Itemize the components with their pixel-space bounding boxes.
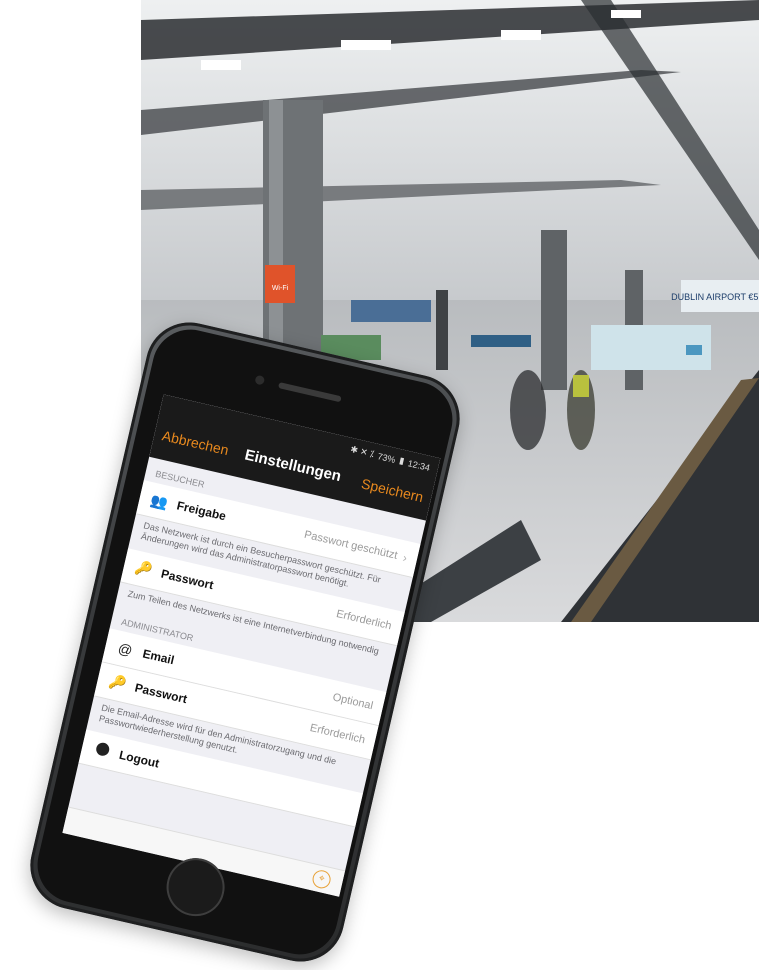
wifi-sign <box>265 265 295 303</box>
phone-front: ✱ ✕ ⁒ 73% ▮ 12:34 Abbrechen Einstellunge… <box>30 322 460 962</box>
phone-body: ✱ ✕ ⁒ 73% ▮ 12:34 Abbrechen Einstellunge… <box>21 313 469 970</box>
front-camera <box>254 374 266 386</box>
chevron-right-icon: › <box>401 550 409 566</box>
battery-icon: ▮ <box>398 455 406 467</box>
svg-text:DUBLIN AIRPORT €5.50: DUBLIN AIRPORT €5.50 <box>671 292 759 302</box>
clock: 12:34 <box>406 457 432 473</box>
admin-email-value: Optional <box>331 691 375 712</box>
smartphone: ✱ ✕ ⁒ 73% ▮ 12:34 Abbrechen Einstellunge… <box>21 313 469 970</box>
earpiece-speaker <box>278 382 342 403</box>
status-icons: ✱ ✕ ⁒ <box>349 443 376 460</box>
compass-icon[interactable]: ⌖ <box>310 868 333 891</box>
users-icon: 👥 <box>149 490 170 511</box>
battery-level: 73% <box>376 450 397 465</box>
key-icon: 🔑 <box>107 672 128 693</box>
admin-password-value: Erforderlich <box>308 721 367 747</box>
svg-text:Wi-Fi: Wi-Fi <box>272 285 289 292</box>
visitor-password-value: Erforderlich <box>335 607 393 632</box>
settings-screen: ✱ ✕ ⁒ 73% ▮ 12:34 Abbrechen Einstellunge… <box>62 394 441 897</box>
at-icon: @ <box>116 639 135 659</box>
status-bar: ✱ ✕ ⁒ 73% ▮ 12:34 <box>349 444 431 473</box>
key-icon: 🔑 <box>133 558 155 579</box>
logout-icon <box>90 741 113 761</box>
settings-list: BESUCHER 👥 Freigabe Passwort geschützt ›… <box>78 457 426 828</box>
